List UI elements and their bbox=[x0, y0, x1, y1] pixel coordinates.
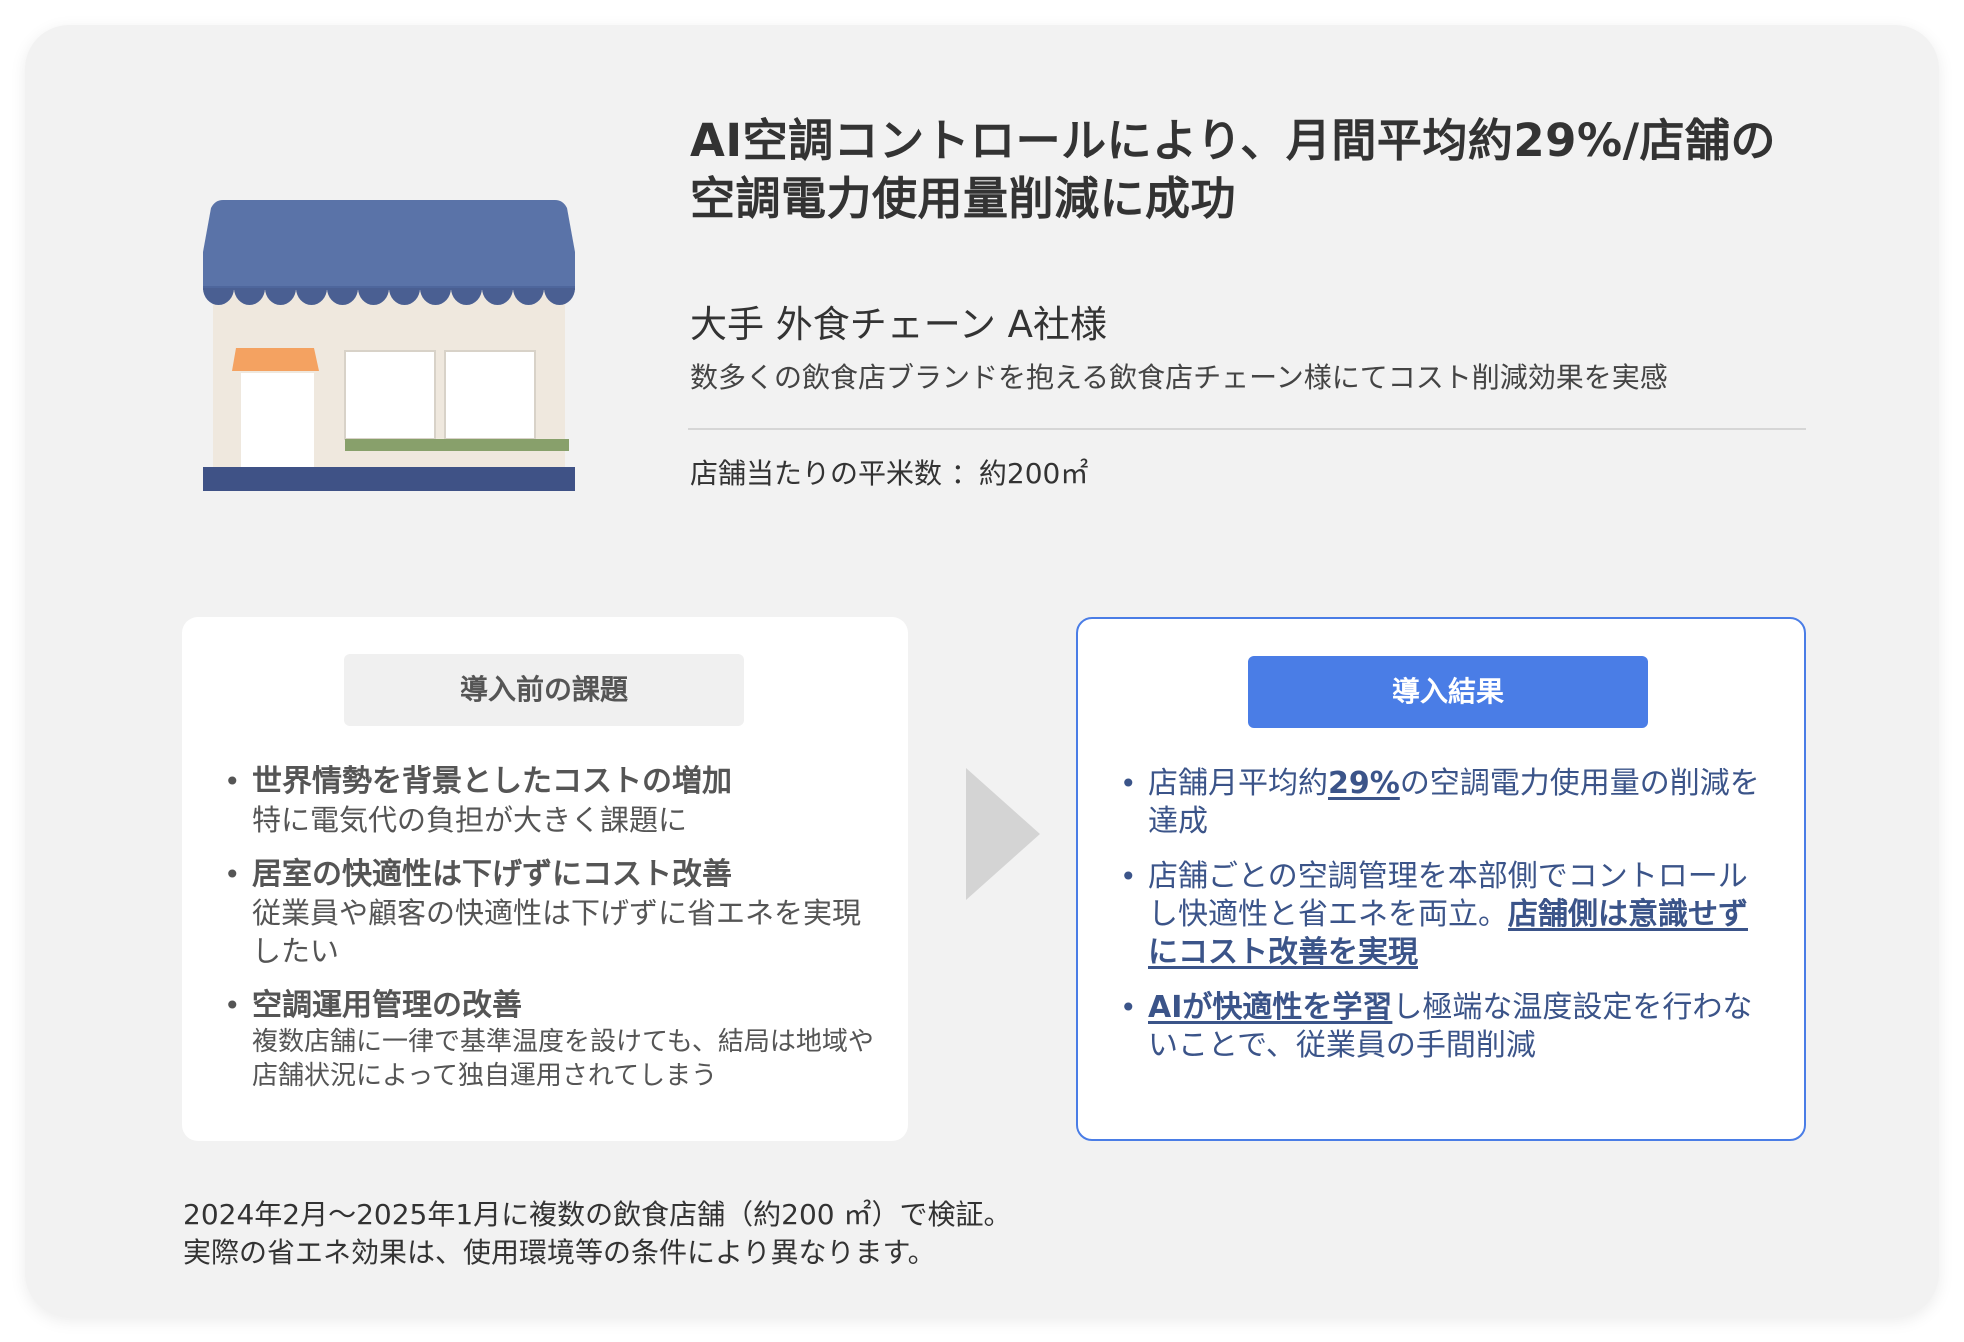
bullet-icon: • bbox=[224, 765, 241, 798]
after-label: 導入結果 bbox=[1248, 656, 1648, 728]
item-highlight: 29% bbox=[1328, 766, 1400, 801]
client-name: 大手 外食チェーン A社様 bbox=[690, 303, 1107, 346]
divider bbox=[688, 428, 1806, 430]
item-detail: 特に電気代の負担が大きく課題に bbox=[252, 803, 688, 837]
list-item: • 世界情勢を背景としたコストの増加 特に電気代の負担が大きく課題に bbox=[224, 763, 878, 839]
item-heading: 空調運用管理の改善 bbox=[252, 988, 522, 1023]
before-panel: 導入前の課題 • 世界情勢を背景としたコストの増加 特に電気代の負担が大きく課題… bbox=[182, 617, 908, 1141]
title-line-2: 空調電力使用量削減に成功 bbox=[690, 172, 1237, 225]
bullet-icon: • bbox=[224, 989, 241, 1022]
item-detail: 従業員や顧客の快適性は下げずに省エネを実現したい bbox=[252, 896, 862, 968]
item-highlight: AIが快適性を学習 bbox=[1148, 990, 1393, 1025]
after-list: • 店舗月平均約29%の空調電力使用量の削減を達成 • 店舗ごとの空調管理を本部… bbox=[1120, 765, 1774, 1065]
footnote-line-2: 実際の省エネ効果は、使用環境等の条件により異なります。 bbox=[183, 1236, 936, 1269]
bullet-icon: • bbox=[1120, 991, 1137, 1024]
list-item: • 居室の快適性は下げずにコスト改善 従業員や顧客の快適性は下げずに省エネを実現… bbox=[224, 856, 878, 970]
bullet-icon: • bbox=[224, 858, 241, 891]
client-description: 数多くの飲食店ブランドを抱える飲食店チェーン様にてコスト削減効果を実感 bbox=[690, 361, 1668, 394]
chevron-right-icon bbox=[966, 768, 1040, 900]
item-text: 店舗月平均約 bbox=[1148, 766, 1328, 801]
store-area: 店舗当たりの平米数 ：約200㎡ bbox=[690, 457, 1089, 490]
footnote: 2024年2月～2025年1月に複数の飲食店舗（約200 ㎡）で検証。 実際の省… bbox=[183, 1196, 1012, 1272]
after-panel: 導入結果 • 店舗月平均約29%の空調電力使用量の削減を達成 • 店舗ごとの空調… bbox=[1076, 617, 1806, 1141]
footnote-line-1: 2024年2月～2025年1月に複数の飲食店舗（約200 ㎡）で検証。 bbox=[183, 1198, 1012, 1231]
item-detail: 複数店舗に一律で基準温度を設けても、結局は地域や店舗状況によって独自運用されてし… bbox=[252, 1027, 874, 1091]
before-label: 導入前の課題 bbox=[344, 654, 744, 726]
item-heading: 世界情勢を背景としたコストの増加 bbox=[252, 764, 732, 799]
list-item: • AIが快適性を学習し極端な温度設定を行わないことで、従業員の手間削減 bbox=[1120, 989, 1774, 1065]
page-title: AI空調コントロールにより、月間平均約29%/店舗の 空調電力使用量削減に成功 bbox=[690, 112, 1870, 228]
title-line-1: AI空調コントロールにより、月間平均約29%/店舗の bbox=[690, 114, 1777, 167]
list-item: • 店舗月平均約29%の空調電力使用量の削減を達成 bbox=[1120, 765, 1774, 841]
list-item: • 空調運用管理の改善 複数店舗に一律で基準温度を設けても、結局は地域や店舗状況… bbox=[224, 987, 878, 1093]
bullet-icon: • bbox=[1120, 767, 1137, 800]
item-heading: 居室の快適性は下げずにコスト改善 bbox=[252, 857, 732, 892]
before-list: • 世界情勢を背景としたコストの増加 特に電気代の負担が大きく課題に • 居室の… bbox=[224, 763, 878, 1093]
bullet-icon: • bbox=[1120, 860, 1137, 893]
store-icon bbox=[203, 200, 575, 491]
list-item: • 店舗ごとの空調管理を本部側でコントロールし快適性と省エネを両立。店舗側は意識… bbox=[1120, 858, 1774, 972]
